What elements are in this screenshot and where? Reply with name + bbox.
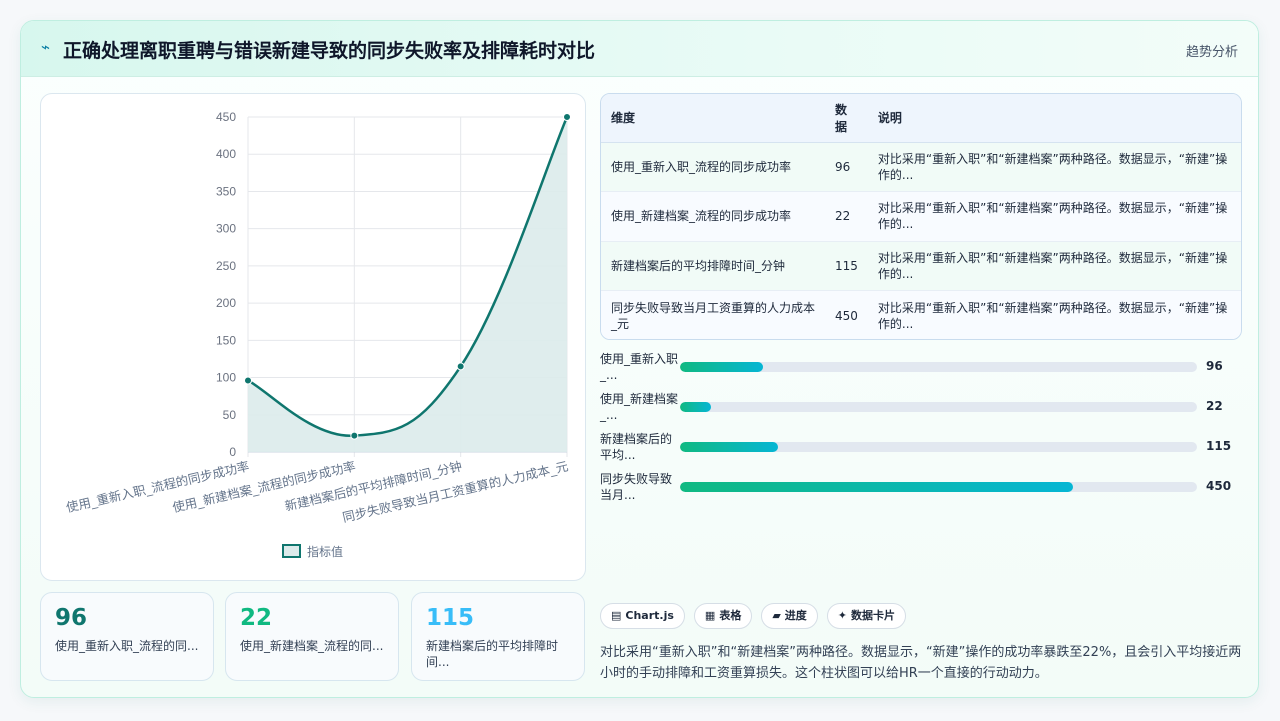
y-tick-label: 300 — [216, 222, 236, 236]
summary-text: 对比采用“重新入职”和“新建档案”两种路径。数据显示，“新建”操作的成功率暴跌至… — [600, 645, 1242, 681]
feature-chips: ▤ Chart.js ▦ 表格 ▰ 进度 ✦ 数据卡片 — [600, 603, 907, 629]
progress-row: 使用_新建档案_... 22 — [600, 391, 1240, 431]
series-area — [248, 117, 567, 452]
progress-fill — [680, 442, 779, 452]
progress-icon: ▰ — [772, 609, 781, 622]
progress-value: 450 — [1206, 479, 1232, 493]
chip-chartjs[interactable]: ▤ Chart.js — [600, 603, 685, 629]
chip-data-card[interactable]: ✦ 数据卡片 — [826, 603, 907, 629]
stat-card: 115 新建档案后的平均排障时间... — [411, 592, 585, 681]
trend-analysis-tag[interactable]: 趋势分析 — [1186, 41, 1238, 60]
table-cell-note: 对比采用“重新入职”和“新建档案”两种路径。数据显示，“新建”操作的... — [867, 191, 1241, 242]
y-tick-label: 250 — [216, 259, 236, 273]
table-icon: ▦ — [704, 609, 716, 622]
table-cell-dimension: 使用_新建档案_流程的同步成功率 — [601, 191, 825, 242]
chart-icon: ▤ — [611, 609, 622, 622]
table-cell-dimension: 新建档案后的平均排障时间_分钟 — [601, 241, 825, 291]
progress-row: 同步失败导致当月... 450 — [600, 471, 1240, 511]
table-cell-dimension: 使用_重新入职_流程的同步成功率 — [601, 142, 825, 192]
table-row: 新建档案后的平均排障时间_分钟 115 对比采用“重新入职”和“新建档案”两种路… — [601, 241, 1241, 291]
progress-label: 新建档案后的平均... — [600, 432, 673, 462]
lightning-icon: ⌁ — [41, 38, 51, 56]
table-header-row: 维度 数据 说明 — [601, 94, 1241, 143]
chip-label: 数据卡片 — [851, 609, 896, 622]
legend-label: 指标值 — [307, 544, 343, 559]
table-cell-value: 450 — [835, 308, 858, 323]
progress-value: 115 — [1206, 439, 1232, 453]
stat-card: 22 使用_新建档案_流程的同... — [225, 592, 399, 681]
data-point — [456, 362, 465, 371]
progress-row: 新建档案后的平均... 115 — [600, 431, 1240, 471]
stat-value: 96 — [55, 605, 88, 631]
chip-progress[interactable]: ▰ 进度 — [761, 603, 818, 629]
stat-value: 22 — [240, 605, 273, 631]
stat-label: 新建档案后的平均排障时间... — [426, 639, 559, 669]
chip-label: 进度 — [784, 609, 807, 622]
line-chart-panel: 0 50 100 150 200 250 300 350 400 450 使用_重新入职_流程的同步… — [40, 93, 586, 581]
table-row: 使用_重新入职_流程的同步成功率 96 对比采用“重新入职”和“新建档案”两种路… — [601, 142, 1241, 192]
progress-fill — [680, 402, 712, 412]
progress-label: 同步失败导致当月... — [600, 472, 673, 502]
x-tick-label: 使用_新建档案_流程的同步成功率 — [171, 458, 357, 515]
column-header-dimension: 维度 — [601, 94, 825, 143]
table-cell-value: 115 — [825, 241, 868, 291]
dashboard-card: ⌁ 正确处理离职重聘与错误新建导致的同步失败率及排障耗时对比 趋势分析 0 50 1… — [20, 20, 1259, 698]
chip-label: Chart.js — [625, 609, 674, 622]
line-chart: 0 50 100 150 200 250 300 350 400 450 使用_重新入职_流程的同步… — [65, 110, 571, 559]
y-tick-label: 450 — [216, 110, 236, 124]
header: ⌁ 正确处理离职重聘与错误新建导致的同步失败率及排障耗时对比 趋势分析 — [21, 21, 1258, 77]
sparkle-icon: ✦ — [837, 609, 848, 622]
y-tick-label: 350 — [216, 184, 236, 198]
progress-row: 使用_重新入职_... 96 — [600, 351, 1240, 391]
column-header-value: 数据 — [825, 94, 868, 143]
progress-track — [680, 482, 1197, 492]
progress-track — [680, 442, 1197, 452]
data-point — [244, 376, 252, 385]
data-table: 维度 数据 说明 使用_重新入职_流程的同步成功率 96 对比采用“重新入职”和… — [600, 93, 1242, 340]
stat-label: 使用_新建档案_流程的同... — [240, 639, 384, 653]
stat-label: 使用_重新入职_流程的同... — [55, 639, 199, 653]
data-point — [350, 431, 359, 440]
progress-value: 22 — [1206, 399, 1223, 413]
y-tick-label: 400 — [216, 147, 236, 161]
table-cell-value: 96 — [825, 142, 868, 192]
data-point — [563, 113, 571, 121]
progress-label: 使用_新建档案_... — [600, 392, 679, 422]
y-tick-label: 0 — [229, 445, 236, 459]
progress-fill — [680, 362, 763, 372]
progress-value: 96 — [1206, 359, 1223, 373]
chip-label: 表格 — [719, 609, 742, 622]
progress-fill — [680, 482, 1073, 492]
stat-card: 96 使用_重新入职_流程的同... — [40, 592, 214, 681]
legend-swatch — [282, 544, 301, 558]
x-tick-label: 使用_重新入职_流程的同步成功率 — [65, 458, 251, 515]
stat-value: 115 — [426, 605, 475, 631]
progress-track — [680, 362, 1197, 372]
chip-table[interactable]: ▦ 表格 — [693, 603, 753, 629]
table-cell-note: 对比采用“重新入职”和“新建档案”两种路径。数据显示，“新建”操作的... — [867, 241, 1241, 291]
progress-track — [680, 402, 1197, 412]
table-cell-value: 22 — [825, 191, 868, 242]
table-row: 同步失败导致当月工资重算的人力成本_元 450 对比采用“重新入职”和“新建档案… — [601, 290, 1241, 339]
table-row: 使用_新建档案_流程的同步成功率 22 对比采用“重新入职”和“新建档案”两种路… — [601, 191, 1241, 242]
y-tick-label: 100 — [216, 371, 236, 385]
y-tick-label: 150 — [216, 333, 236, 347]
progress-list: 使用_重新入职_... 96 使用_新建档案_... 22 新建档案后的平均..… — [600, 351, 1240, 511]
progress-label: 使用_重新入职_... — [600, 352, 679, 382]
y-tick-label: 200 — [216, 296, 236, 310]
table-cell-note: 对比采用“重新入职”和“新建档案”两种路径。数据显示，“新建”操作的... — [877, 300, 1228, 331]
table-cell-dimension: 同步失败导致当月工资重算的人力成本_元 — [611, 300, 816, 331]
table-cell-note: 对比采用“重新入职”和“新建档案”两种路径。数据显示，“新建”操作的... — [867, 142, 1241, 192]
y-tick-label: 50 — [223, 408, 237, 422]
page-title: 正确处理离职重聘与错误新建导致的同步失败率及排障耗时对比 — [63, 40, 596, 62]
column-header-note: 说明 — [867, 94, 1241, 143]
